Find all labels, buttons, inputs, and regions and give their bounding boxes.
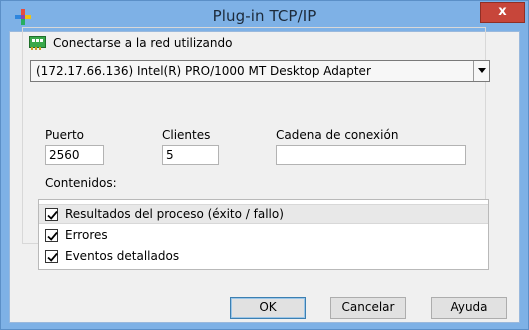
cancel-button[interactable]: Cancelar <box>330 297 406 319</box>
port-label: Puerto <box>45 128 84 142</box>
list-item[interactable]: Eventos detallados <box>39 247 488 267</box>
list-item-label: Resultados del proceso (éxito / fallo) <box>65 207 284 221</box>
contents-list: Resultados del proceso (éxito / fallo) E… <box>38 199 489 270</box>
list-item[interactable]: Errores <box>39 226 488 246</box>
clients-label: Clientes <box>162 128 211 142</box>
dropdown-arrow-icon[interactable] <box>473 61 489 81</box>
connection-string-field[interactable] <box>276 145 466 165</box>
help-button[interactable]: Ayuda <box>431 297 507 319</box>
list-item-label: Errores <box>65 228 108 242</box>
list-item-label: Eventos detallados <box>65 249 180 263</box>
clients-field[interactable] <box>162 145 219 165</box>
list-item[interactable]: Resultados del proceso (éxito / fallo) <box>39 204 488 224</box>
ok-button[interactable]: OK <box>230 297 306 319</box>
network-adapter-value: (172.17.66.136) Intel(R) PRO/1000 MT Des… <box>36 64 371 78</box>
checkbox-checked-icon[interactable] <box>45 229 58 242</box>
close-icon: x <box>498 4 507 19</box>
contents-label: Contenidos: <box>45 176 117 190</box>
network-label: Conectarse a la red utilizando <box>53 36 233 50</box>
checkbox-checked-icon[interactable] <box>45 208 58 221</box>
window-title: Plug-in TCP/IP <box>212 7 317 25</box>
port-field[interactable] <box>45 145 104 165</box>
network-adapter-select[interactable]: (172.17.66.136) Intel(R) PRO/1000 MT Des… <box>30 60 490 82</box>
network-card-icon <box>29 36 46 50</box>
connection-string-label: Cadena de conexión <box>276 128 399 142</box>
checkbox-checked-icon[interactable] <box>45 250 58 263</box>
close-button[interactable]: x <box>480 2 525 23</box>
